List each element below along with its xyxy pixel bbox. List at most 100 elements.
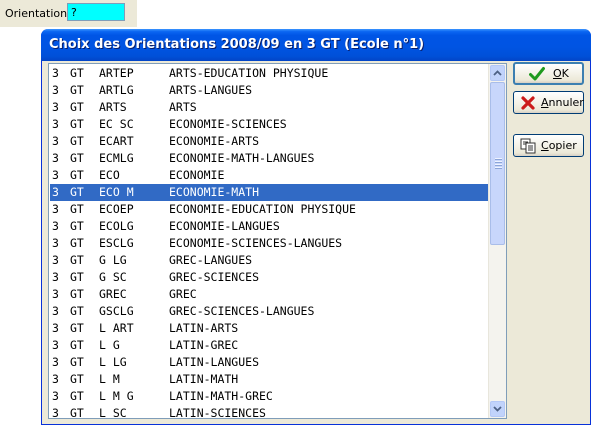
copy-button[interactable]: Copier xyxy=(513,134,584,157)
list-item-level: 3 xyxy=(52,151,59,165)
list-item-track: GT xyxy=(70,117,84,131)
list-item-code: L ART xyxy=(99,321,134,335)
list-item-name: ECONOMIE-LANGUES xyxy=(169,219,280,233)
list-item-name: ECONOMIE-MATH xyxy=(169,185,260,199)
list-item-code: EC SC xyxy=(99,117,134,131)
ok-label: OK xyxy=(553,67,569,80)
orientation-label: Orientation : xyxy=(5,7,75,20)
copy-label: Copier xyxy=(541,139,577,152)
list-item-level: 3 xyxy=(52,270,59,284)
chevron-down-icon xyxy=(493,406,502,412)
list-item-track: GT xyxy=(70,406,84,419)
orientation-input[interactable] xyxy=(67,3,125,21)
list-item[interactable]: 3 GT ECART ECONOMIE-ARTS xyxy=(50,133,490,150)
list-item-level: 3 xyxy=(52,83,59,97)
list-item-name: ECONOMIE-MATH-LANGUES xyxy=(169,151,315,165)
list-item-track: GT xyxy=(70,219,84,233)
list-item[interactable]: 3 GT L G LATIN-GREC xyxy=(50,337,490,354)
list-item-track: GT xyxy=(70,185,84,199)
list-item-code: G SC xyxy=(99,270,127,284)
list-item-track: GT xyxy=(70,134,84,148)
cross-icon xyxy=(521,96,535,110)
scroll-down-button[interactable] xyxy=(490,401,505,417)
orientation-dialog: Choix des Orientations 2008/09 en 3 GT (… xyxy=(41,29,591,425)
list-item[interactable]: 3 GT EC SC ECONOMIE-SCIENCES xyxy=(50,116,490,133)
list-item-level: 3 xyxy=(52,355,59,369)
list-item-name: ECONOMIE-SCIENCES-LANGUES xyxy=(169,236,343,250)
list-item[interactable]: 3 GT ECO ECONOMIE xyxy=(50,167,490,184)
list-item-level: 3 xyxy=(52,372,59,386)
list-item[interactable]: 3 GT ECO M ECONOMIE-MATH xyxy=(50,184,490,201)
orientation-listbox[interactable]: 3 GT ARTEP ARTS-EDUCATION PHYSIQUE 3 GT ARTLG A… xyxy=(48,63,507,419)
dialog-title: Choix des Orientations 2008/09 en 3 GT (… xyxy=(49,37,425,52)
list-item-name: LATIN-MATH-GREC xyxy=(169,389,273,403)
list-item-track: GT xyxy=(70,66,84,80)
list-item-name: LATIN-SCIENCES xyxy=(169,406,266,419)
list-item-code: ECO M xyxy=(99,185,134,199)
list-item[interactable]: 3 GT L M LATIN-MATH xyxy=(50,371,490,388)
list-item-level: 3 xyxy=(52,287,59,301)
list-item-code: L M xyxy=(99,372,120,386)
check-icon xyxy=(529,67,545,81)
list-item-name: GREC-SCIENCES-LANGUES xyxy=(169,304,315,318)
list-item-code: ARTEP xyxy=(99,66,134,80)
list-item-name: LATIN-MATH xyxy=(169,372,239,386)
list-item[interactable]: 3 GT ARTLG ARTS-LANGUES xyxy=(50,82,490,99)
vertical-scrollbar[interactable] xyxy=(488,64,506,418)
list-item-code: ARTLG xyxy=(99,83,134,97)
list-item-level: 3 xyxy=(52,168,59,182)
list-item[interactable]: 3 GT GSCLG GREC-SCIENCES-LANGUES xyxy=(50,303,490,320)
ok-button[interactable]: OK xyxy=(513,62,584,85)
list-item[interactable]: 3 GT L ART LATIN-ARTS xyxy=(50,320,490,337)
list-item-track: GT xyxy=(70,100,84,114)
orientation-list: 3 GT ARTEP ARTS-EDUCATION PHYSIQUE 3 GT ARTLG A… xyxy=(50,65,490,419)
list-item[interactable]: 3 GT GREC GREC xyxy=(50,286,490,303)
list-item-track: GT xyxy=(70,270,84,284)
list-item-level: 3 xyxy=(52,202,59,216)
grip-line xyxy=(495,167,502,169)
list-item-name: ARTS xyxy=(169,100,197,114)
list-item-track: GT xyxy=(70,202,84,216)
list-item-level: 3 xyxy=(52,236,59,250)
dialog-titlebar[interactable]: Choix des Orientations 2008/09 en 3 GT (… xyxy=(41,29,591,61)
list-item-code: G LG xyxy=(99,253,127,267)
list-item[interactable]: 3 GT ECMLG ECONOMIE-MATH-LANGUES xyxy=(50,150,490,167)
list-item-level: 3 xyxy=(52,338,59,352)
list-item-level: 3 xyxy=(52,100,59,114)
list-item[interactable]: 3 GT L LG LATIN-LANGUES xyxy=(50,354,490,371)
list-item[interactable]: 3 GT L M G LATIN-MATH-GREC xyxy=(50,388,490,405)
list-item-track: GT xyxy=(70,389,84,403)
list-item-track: GT xyxy=(70,372,84,386)
list-item-name: ARTS-LANGUES xyxy=(169,83,253,97)
list-item[interactable]: 3 GT G SC GREC-SCIENCES xyxy=(50,269,490,286)
list-item-level: 3 xyxy=(52,134,59,148)
list-item-code: ECOEP xyxy=(99,202,134,216)
list-item-code: L SC xyxy=(99,406,127,419)
list-item-track: GT xyxy=(70,253,84,267)
scroll-up-button[interactable] xyxy=(490,65,505,81)
list-item[interactable]: 3 GT L SC LATIN-SCIENCES xyxy=(50,405,490,419)
scroll-thumb[interactable] xyxy=(490,82,505,245)
chevron-up-icon xyxy=(493,70,502,76)
list-item-track: GT xyxy=(70,338,84,352)
list-item-name: ECONOMIE-ARTS xyxy=(169,134,260,148)
list-item-code: L M G xyxy=(99,389,134,403)
list-item[interactable]: 3 GT ARTEP ARTS-EDUCATION PHYSIQUE xyxy=(50,65,490,82)
list-item-track: GT xyxy=(70,304,84,318)
list-item-name: LATIN-ARTS xyxy=(169,321,239,335)
list-item[interactable]: 3 GT ECOLG ECONOMIE-LANGUES xyxy=(50,218,490,235)
list-item-track: GT xyxy=(70,83,84,97)
list-item-code: ECOLG xyxy=(99,219,134,233)
list-item-level: 3 xyxy=(52,406,59,419)
cancel-button[interactable]: Annuler xyxy=(513,91,584,114)
list-item[interactable]: 3 GT ARTS ARTS xyxy=(50,99,490,116)
list-item-level: 3 xyxy=(52,253,59,267)
list-item[interactable]: 3 GT ESCLG ECONOMIE-SCIENCES-LANGUES xyxy=(50,235,490,252)
list-item-track: GT xyxy=(70,236,84,250)
list-item-code: GSCLG xyxy=(99,304,134,318)
list-item[interactable]: 3 GT G LG GREC-LANGUES xyxy=(50,252,490,269)
list-item[interactable]: 3 GT ECOEP ECONOMIE-EDUCATION PHYSIQUE xyxy=(50,201,490,218)
grip-line xyxy=(495,164,502,166)
list-item-code: ESCLG xyxy=(99,236,134,250)
list-item-track: GT xyxy=(70,168,84,182)
